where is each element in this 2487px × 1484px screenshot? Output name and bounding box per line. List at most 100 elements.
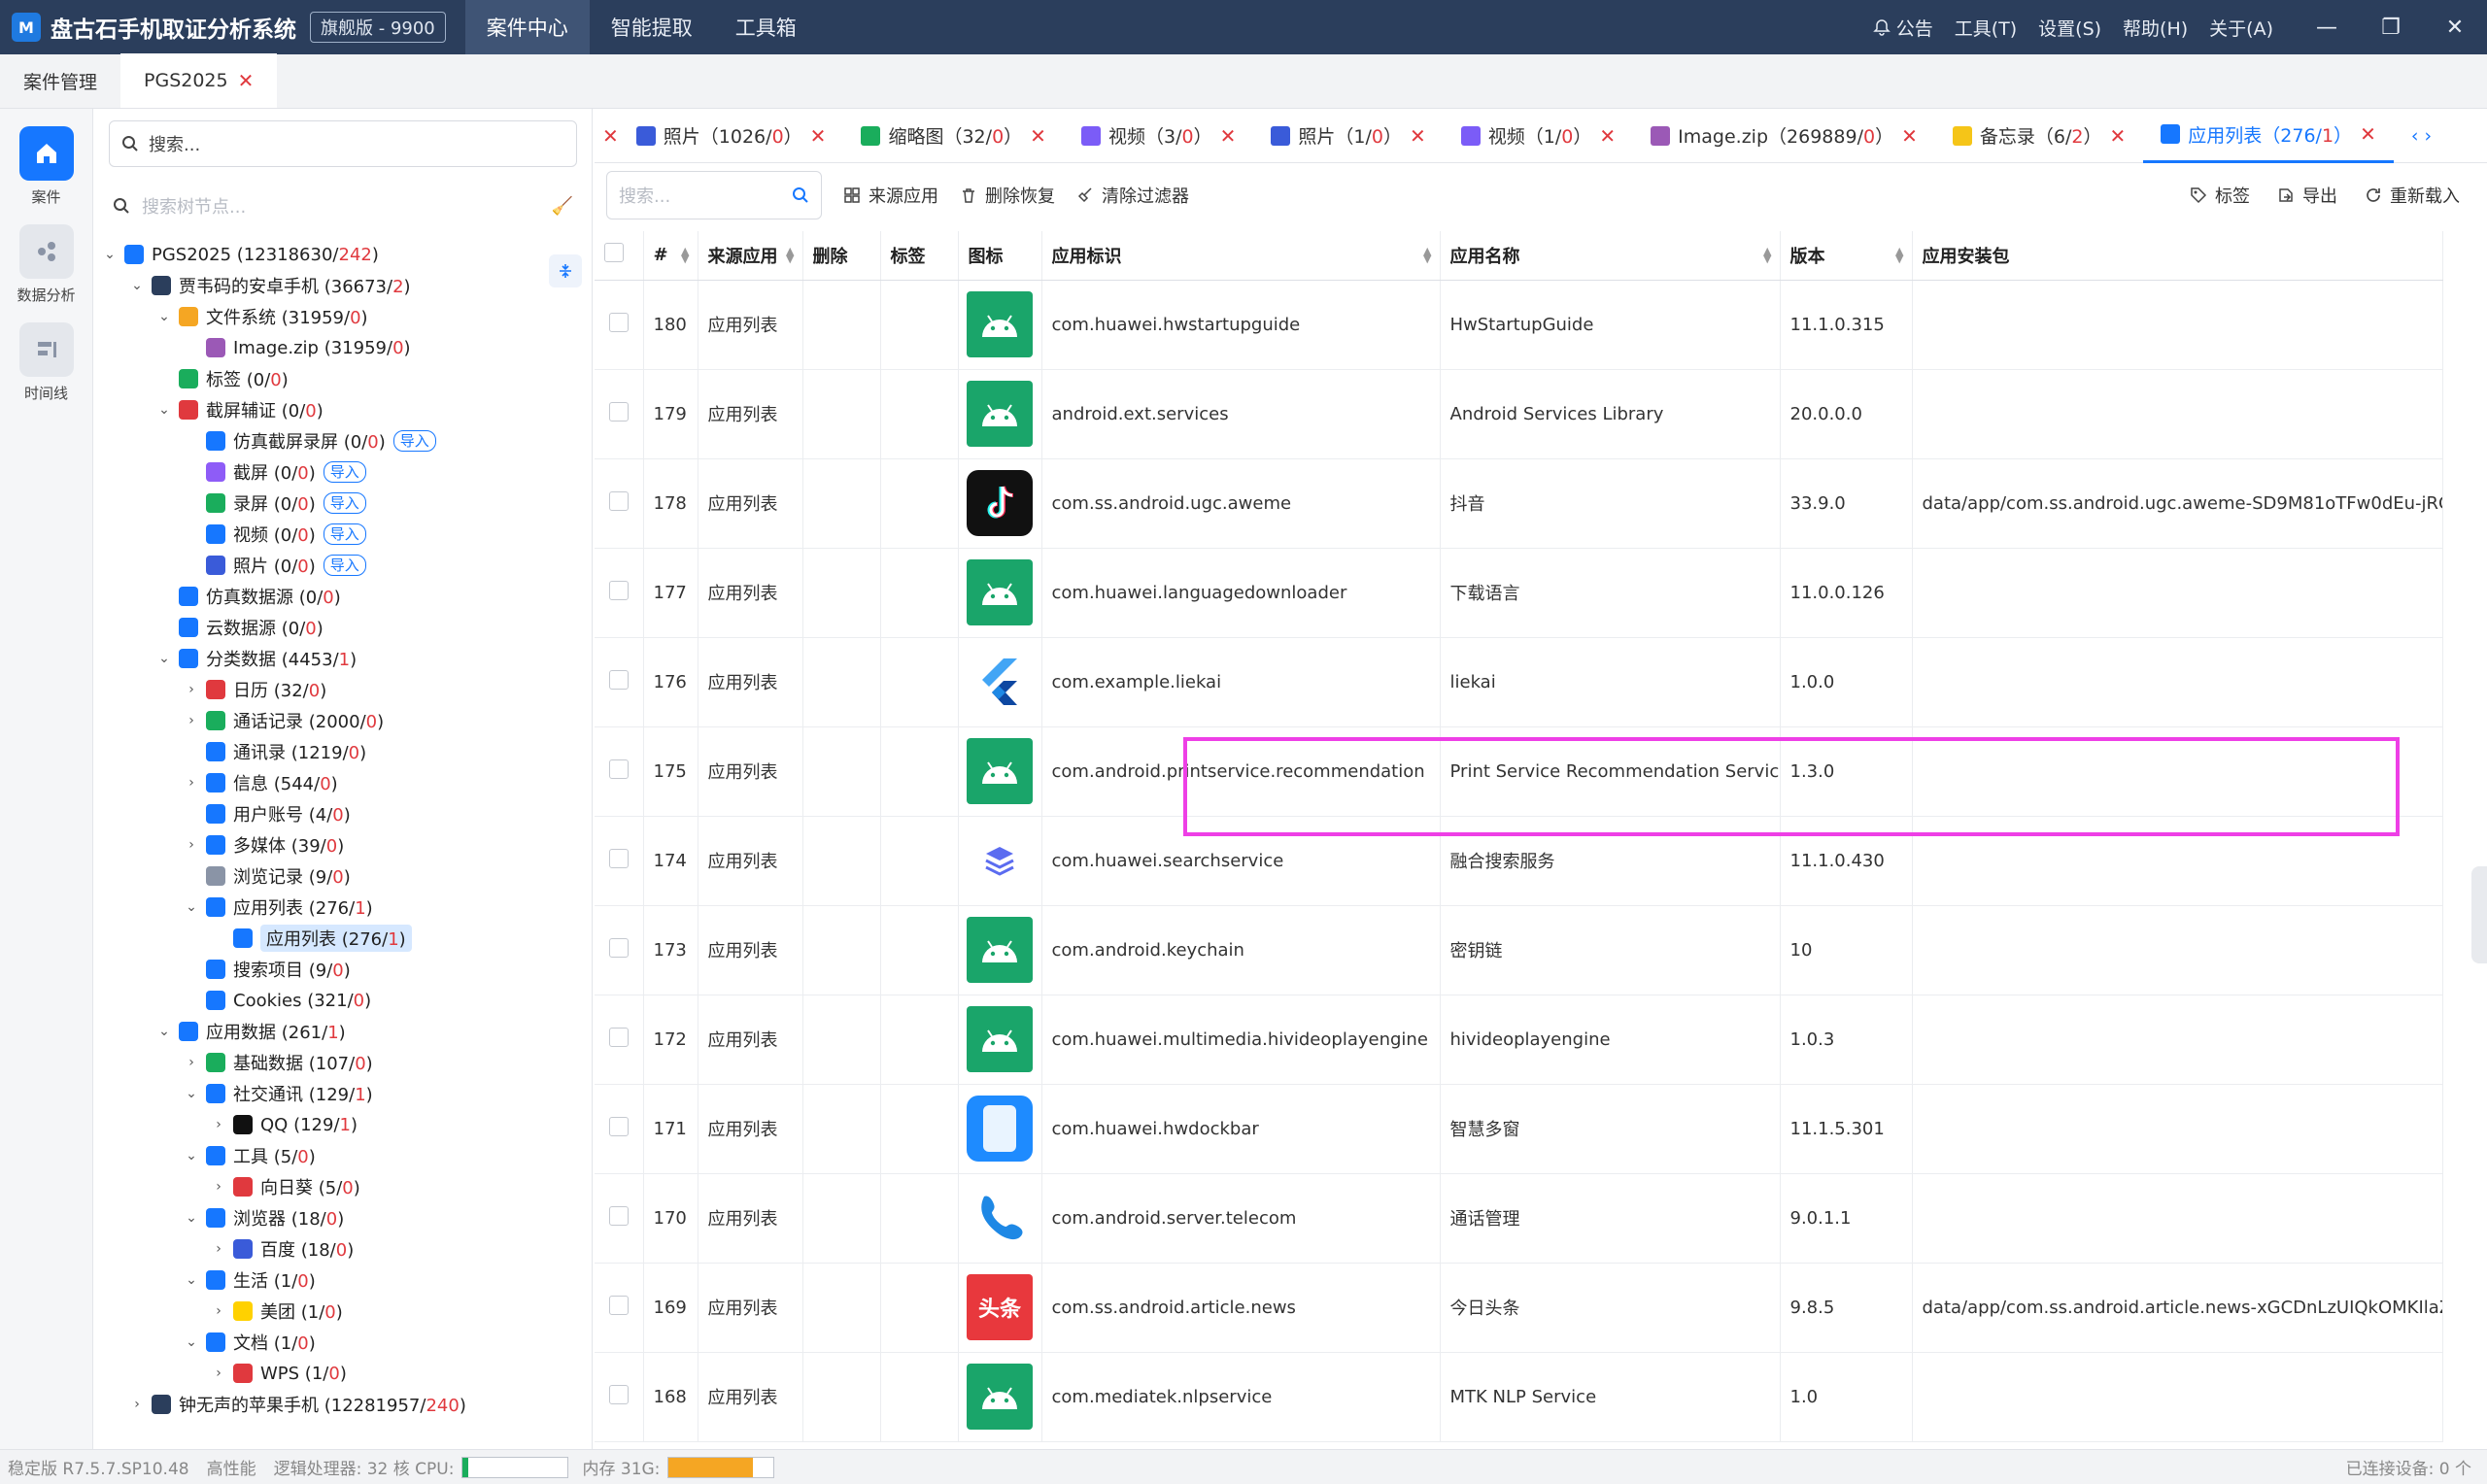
rail-data-analysis[interactable]: 数据分析 — [0, 224, 92, 305]
tree-node[interactable]: 通讯录 (1219/0) — [93, 736, 593, 767]
tree-node[interactable]: ⌄ 社交通讯 (129/1) — [93, 1078, 593, 1109]
tree-node[interactable]: › 基础数据 (107/0) — [93, 1047, 593, 1078]
tree-node[interactable]: ⌄ 工具 (5/0) — [93, 1140, 593, 1171]
menu-toolbox[interactable]: 工具箱 — [714, 0, 818, 54]
chevron-right-icon[interactable]: › — [183, 682, 200, 697]
chevron-right-icon[interactable]: › — [128, 1397, 146, 1412]
row-checkbox[interactable] — [608, 490, 629, 511]
column-header[interactable]: 应用名称 ▲ ▼ — [1440, 231, 1781, 281]
clear-filter-button[interactable]: 清除过滤器 — [1076, 183, 1189, 208]
chevron-down-icon[interactable]: ⌄ — [155, 402, 173, 418]
table-row[interactable]: 179 应用列表 android.ext.services Android Servi… — [595, 369, 2443, 459]
import-button[interactable]: 导入 — [323, 492, 366, 514]
announcement-button[interactable]: 公告 — [1872, 15, 1933, 41]
chevron-down-icon[interactable]: ⌄ — [183, 1272, 200, 1288]
tree-node[interactable]: ⌄ 应用列表 (276/1) — [93, 892, 593, 923]
sub-tab[interactable]: 照片（1026/0） ✕ — [619, 109, 844, 163]
row-checkbox[interactable] — [608, 937, 629, 958]
row-checkbox[interactable] — [608, 1384, 629, 1404]
restore-button[interactable]: ❐ — [2359, 0, 2423, 54]
table-row[interactable]: 172 应用列表 com.huawei.multimedia.hivideoplay… — [595, 995, 2443, 1085]
sort-icon[interactable]: ▲ ▼ — [1763, 246, 1771, 264]
row-checkbox[interactable] — [608, 1027, 629, 1047]
tag-button[interactable]: 标签 — [2190, 183, 2250, 208]
tree-node[interactable]: 标签 (0/0) — [93, 363, 593, 394]
tree-node[interactable]: 视频 (0/0) 导入 — [93, 519, 593, 550]
tree-node[interactable]: 用户账号 (4/0) — [93, 798, 593, 829]
sub-tab[interactable]: 缩略图（32/0） ✕ — [843, 109, 1064, 163]
chevron-down-icon[interactable]: ⌄ — [155, 1024, 173, 1039]
close-tab-icon[interactable]: ✕ — [238, 69, 255, 92]
tree-node[interactable]: 仿真数据源 (0/0) — [93, 581, 593, 612]
chevron-right-icon[interactable]: › — [210, 1303, 227, 1319]
menu-settings[interactable]: 设置(S) — [2038, 15, 2101, 41]
close-tab-icon[interactable]: ✕ — [1410, 124, 1426, 148]
chevron-down-icon[interactable]: ⌄ — [183, 899, 200, 915]
tree-node[interactable]: › 多媒体 (39/0) — [93, 829, 593, 860]
reload-button[interactable]: 重新载入 — [2365, 183, 2460, 208]
tree-node[interactable]: 应用列表 (276/1) — [93, 923, 593, 954]
select-all-checkbox[interactable] — [604, 243, 624, 263]
menu-case-center[interactable]: 案件中心 — [464, 0, 590, 54]
sort-icon[interactable]: ▲ ▼ — [681, 246, 689, 264]
chevron-right-icon[interactable]: › — [210, 1241, 227, 1257]
tree-node[interactable]: ⌄ 分类数据 (4453/1) — [93, 643, 593, 674]
tree-node[interactable]: 浏览记录 (9/0) — [93, 860, 593, 892]
tab-case-management[interactable]: 案件管理 — [0, 53, 120, 108]
menu-about[interactable]: 关于(A) — [2209, 15, 2273, 41]
sub-tab[interactable]: Image.zip（269889/0） ✕ — [1633, 109, 1935, 163]
brush-icon[interactable]: 🧹 — [552, 196, 573, 217]
import-button[interactable]: 导入 — [323, 555, 366, 576]
table-row[interactable]: 173 应用列表 com.android.keychain 密钥链 10 — [595, 905, 2443, 995]
source-app-button[interactable]: 来源应用 — [843, 183, 938, 208]
column-header[interactable]: # ▲ ▼ — [643, 231, 698, 281]
import-button[interactable]: 导入 — [323, 523, 366, 545]
row-checkbox[interactable] — [608, 848, 629, 868]
tree-node[interactable]: › 通话记录 (2000/0) — [93, 705, 593, 736]
tree-node[interactable]: 录屏 (0/0) 导入 — [93, 488, 593, 519]
import-button[interactable]: 导入 — [323, 461, 366, 483]
row-checkbox[interactable] — [608, 1116, 629, 1136]
table-row[interactable]: 177 应用列表 com.huawei.languagedownloader 下载语言… — [595, 548, 2443, 638]
chevron-down-icon[interactable]: ⌄ — [101, 247, 119, 262]
close-tab-icon[interactable]: ✕ — [602, 124, 619, 148]
sub-tab[interactable]: 视频（1/0） ✕ — [1444, 109, 1633, 163]
tree-node[interactable]: › WPS (1/0) — [93, 1358, 593, 1389]
tree-node[interactable]: › 信息 (544/0) — [93, 767, 593, 798]
table-row[interactable]: 176 应用列表 com.example.liekai liekai 1.0.0 — [595, 637, 2443, 727]
close-button[interactable]: ✕ — [2423, 0, 2487, 54]
column-header[interactable]: 应用标识 ▲ ▼ — [1041, 231, 1441, 281]
chevron-down-icon[interactable]: ⌄ — [183, 1086, 200, 1101]
close-tab-icon[interactable]: ✕ — [1599, 124, 1616, 148]
menu-smart-extract[interactable]: 智能提取 — [590, 0, 714, 54]
tree-node[interactable]: › 美团 (1/0) — [93, 1296, 593, 1327]
tab-pgs2025[interactable]: PGS2025 ✕ — [120, 53, 278, 108]
deleted-restore-button[interactable]: 删除恢复 — [960, 183, 1055, 208]
close-tab-icon[interactable]: ✕ — [1901, 124, 1918, 148]
table-row[interactable]: 168 应用列表 com.mediatek.nlpservice MTK NLP Se… — [595, 1352, 2443, 1442]
tree-node[interactable]: 搜索项目 (9/0) — [93, 954, 593, 985]
table-row[interactable]: 174 应用列表 com.huawei.searchservice 融合搜索服务 11.… — [595, 816, 2443, 906]
tree-node[interactable]: › 日历 (32/0) — [93, 674, 593, 705]
chevron-right-icon[interactable]: › — [183, 837, 200, 853]
chevron-right-icon[interactable]: › — [210, 1179, 227, 1195]
chevron-down-icon[interactable]: ⌄ — [155, 651, 173, 666]
tree-node[interactable]: ⌄ 文档 (1/0) — [93, 1327, 593, 1358]
tree-node[interactable]: Cookies (321/0) — [93, 985, 593, 1016]
sub-tab[interactable]: 应用列表（276/1） ✕ — [2143, 109, 2394, 163]
column-header[interactable]: 删除 — [802, 231, 881, 281]
tree-node[interactable]: Image.zip (31959/0) — [93, 332, 593, 363]
table-row[interactable]: 171 应用列表 com.huawei.hwdockbar 智慧多窗 11.1.5.30… — [595, 1084, 2443, 1174]
tree-search-input[interactable]: 搜索... — [109, 120, 577, 167]
tree-node[interactable]: 截屏 (0/0) 导入 — [93, 456, 593, 488]
tree-node[interactable]: ⌄ 浏览器 (18/0) — [93, 1202, 593, 1233]
table-row[interactable]: 178 应用列表 com.ss.android.ugc.aweme 抖音 33.9.0 d… — [595, 458, 2443, 549]
table-row[interactable]: 180 应用列表 com.huawei.hwstartupguide HwStartu… — [595, 280, 2443, 370]
chevron-right-icon[interactable]: › — [210, 1366, 227, 1381]
chevron-down-icon[interactable]: ⌄ — [183, 1210, 200, 1226]
import-button[interactable]: 导入 — [392, 430, 436, 452]
row-checkbox[interactable] — [608, 1295, 629, 1315]
chevron-right-icon[interactable]: › — [183, 713, 200, 728]
tree-filter-input[interactable]: 搜索树节点... 🧹 — [113, 188, 579, 223]
minimize-button[interactable]: — — [2295, 0, 2359, 54]
